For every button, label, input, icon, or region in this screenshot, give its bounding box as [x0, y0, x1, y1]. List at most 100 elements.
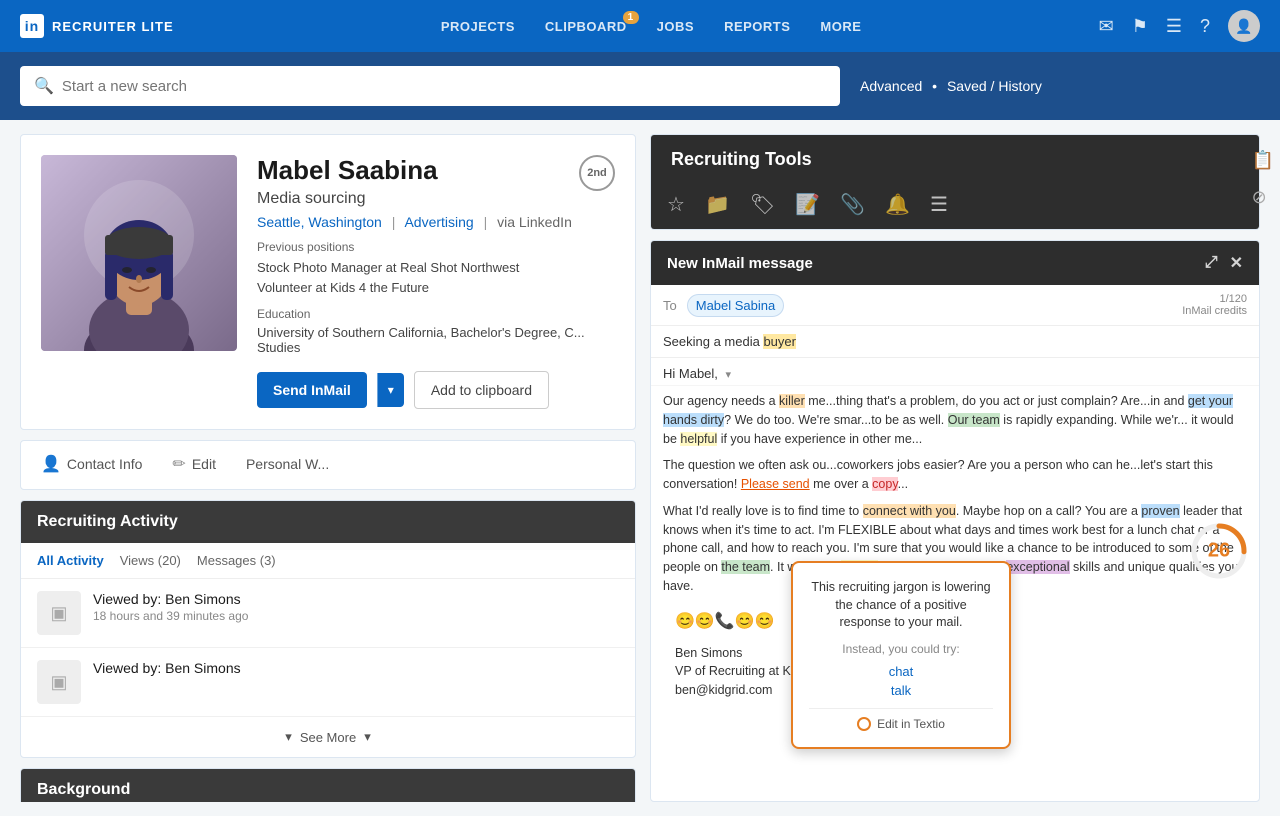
activity-tab-messages[interactable]: Messages (3) [197, 553, 276, 568]
previous-positions: Previous positions Stock Photo Manager a… [257, 240, 615, 297]
star-tool-icon[interactable]: ☆ [667, 192, 685, 217]
user-avatar[interactable]: 👤 [1228, 10, 1260, 42]
recruiting-activity-section: Recruiting Activity All Activity Views (… [20, 500, 636, 758]
nav-jobs[interactable]: JOBS [657, 19, 694, 34]
see-more-button[interactable]: ▾ See More ▾ [21, 717, 635, 757]
note-tool-icon[interactable]: 📝 [795, 192, 820, 217]
activity-name-2: Viewed by: Ben Simons [93, 660, 619, 676]
profile-info: 2nd Mabel Saabina Media sourcing Seattle… [257, 155, 615, 409]
profile-via: via LinkedIn [497, 214, 572, 230]
add-clipboard-button[interactable]: Add to clipboard [414, 371, 549, 409]
search-links: Advanced • Saved / History [860, 78, 1042, 94]
edit-icon: ✏ [172, 454, 185, 474]
profile-state: Washington [308, 214, 381, 230]
menu-tool-icon[interactable]: ☰ [930, 192, 948, 217]
edit-tab-label: Edit [192, 456, 216, 472]
linkedin-logo-box: in [20, 14, 44, 38]
profile-degree: 2nd [579, 155, 615, 191]
close-icon[interactable]: ✕ [1230, 253, 1243, 273]
recruiting-tools-card: Recruiting Tools ☆ 📁 🏷 📝 📎 🔔 ☰ [650, 134, 1260, 230]
greeting-caret: ▾ [726, 369, 732, 381]
score-value: 26 [1208, 540, 1230, 563]
checklist-icon[interactable]: ☰ [1166, 16, 1182, 37]
inmail-subject[interactable]: Seeking a media buyer [651, 326, 1259, 358]
activity-tabs: All Activity Views (20) Messages (3) [21, 543, 635, 579]
inmail-greeting[interactable]: Hi Mabel, ▾ [651, 358, 1259, 386]
search-box[interactable]: 🔍 [20, 66, 840, 106]
clipboard-badge: 1 [623, 11, 639, 24]
bell-tool-icon[interactable]: 🔔 [885, 192, 910, 217]
profile-location: Seattle, Washington | Advertising | via … [257, 214, 615, 230]
profile-tabs: 👤 Contact Info ✏ Edit Personal W... [20, 440, 636, 490]
help-icon[interactable]: ? [1200, 16, 1210, 37]
inmail-header-icons: ⤢ ✕ [1205, 253, 1243, 273]
advanced-search-link[interactable]: Advanced [860, 78, 922, 94]
tools-icons-row: ☆ 📁 🏷 📝 📎 🔔 ☰ [651, 184, 1259, 229]
nav-more[interactable]: MORE [820, 19, 861, 34]
inmail-to-label: To [663, 298, 677, 313]
subject-highlight: buyer [763, 334, 796, 349]
inmail-recipient[interactable]: Mabel Sabina [687, 294, 785, 317]
folder-tool-icon[interactable]: 📁 [705, 192, 730, 217]
tab-personal[interactable]: Personal W... [246, 441, 329, 489]
tooltip-try-label: Instead, you could try: [809, 642, 993, 656]
tooltip-option-chat[interactable]: chat [809, 664, 993, 679]
right-panel: Recruiting Tools ☆ 📁 🏷 📝 📎 🔔 ☰ New InMai… [650, 134, 1260, 802]
activity-thumb-1: ▣ [37, 591, 81, 635]
profile-city: Seattle [257, 214, 301, 230]
edit-in-textio-button[interactable]: Edit in Textio [809, 717, 993, 731]
inmail-title: New InMail message [667, 255, 813, 272]
paperclip-tool-icon[interactable]: 📎 [840, 192, 865, 217]
action-buttons: Send InMail ▾ Add to clipboard [257, 371, 615, 409]
maximize-icon[interactable]: ⤢ [1205, 254, 1218, 272]
tag-tool-icon[interactable]: 🏷 [750, 192, 775, 217]
search-input[interactable] [62, 78, 826, 95]
send-inmail-button[interactable]: Send InMail [257, 372, 367, 408]
activity-thumb-2: ▣ [37, 660, 81, 704]
inmail-compose: New InMail message ⤢ ✕ To Mabel Sabina 1… [650, 240, 1260, 802]
background-section: Background 📄 Summary [20, 768, 636, 802]
inmail-credits: 1/120 InMail credits [1182, 293, 1247, 317]
tooltip-option-talk[interactable]: talk [809, 683, 993, 698]
flag-icon[interactable]: ⚑ [1132, 16, 1148, 37]
education-label: Education [257, 307, 615, 321]
nav-reports[interactable]: REPORTS [724, 19, 790, 34]
prev-positions-label: Previous positions [257, 240, 615, 254]
profile-card: 2nd Mabel Saabina Media sourcing Seattle… [20, 134, 636, 430]
tab-edit[interactable]: ✏ Edit [172, 441, 216, 489]
jargon-tooltip: This recruiting jargon is lowering the c… [791, 561, 1011, 749]
tab-contact-info[interactable]: 👤 Contact Info [41, 441, 142, 489]
saved-history-link[interactable]: Saved / History [947, 78, 1042, 94]
activity-name-1: Viewed by: Ben Simons [93, 591, 619, 607]
background-header: Background [21, 769, 635, 802]
mail-icon[interactable]: ✉ [1099, 16, 1114, 37]
main-content: 2nd Mabel Saabina Media sourcing Seattle… [0, 120, 1280, 816]
profile-photo [41, 155, 237, 351]
personal-tab-label: Personal W... [246, 456, 329, 472]
profile-industry: Advertising [404, 214, 473, 230]
activity-tab-all[interactable]: All Activity [37, 553, 104, 568]
prev-pos-1: Stock Photo Manager at Real Shot Northwe… [257, 258, 615, 278]
app-name: RECRUITER LITE [52, 19, 174, 34]
activity-tab-views[interactable]: Views (20) [120, 553, 181, 568]
textio-radio [857, 717, 871, 731]
prev-pos-2: Volunteer at Kids 4 the Future [257, 278, 615, 298]
profile-header: 2nd Mabel Saabina Media sourcing Seattle… [41, 155, 615, 409]
recruiting-tools-header: Recruiting Tools [651, 135, 1259, 184]
nav-projects[interactable]: PROJECTS [441, 19, 515, 34]
nav-icon-group: ✉ ⚑ ☰ ? 👤 [1099, 10, 1260, 42]
nav-clipboard[interactable]: CLIPBOARD 1 [545, 19, 627, 34]
settings-edge-icon[interactable]: ⊘ [1252, 187, 1260, 208]
profile-title: Media sourcing [257, 190, 615, 208]
recruiting-activity-body: All Activity Views (20) Messages (3) ▣ V… [21, 543, 635, 757]
app-logo[interactable]: in RECRUITER LITE [20, 14, 174, 38]
profile-edge-icon[interactable]: 📋 [1252, 150, 1260, 171]
score-circle: 26 [1189, 521, 1249, 581]
contact-info-tab-label: Contact Info [67, 456, 143, 472]
tooltip-title: This recruiting jargon is lowering the c… [809, 579, 993, 632]
inmail-dropdown-button[interactable]: ▾ [377, 373, 404, 407]
profile-name: Mabel Saabina [257, 155, 615, 186]
right-edge-icons: 📋 ⊘ [1246, 140, 1260, 218]
top-navigation: in RECRUITER LITE PROJECTS CLIPBOARD 1 J… [0, 0, 1280, 52]
education-section: Education University of Southern Califor… [257, 307, 615, 355]
